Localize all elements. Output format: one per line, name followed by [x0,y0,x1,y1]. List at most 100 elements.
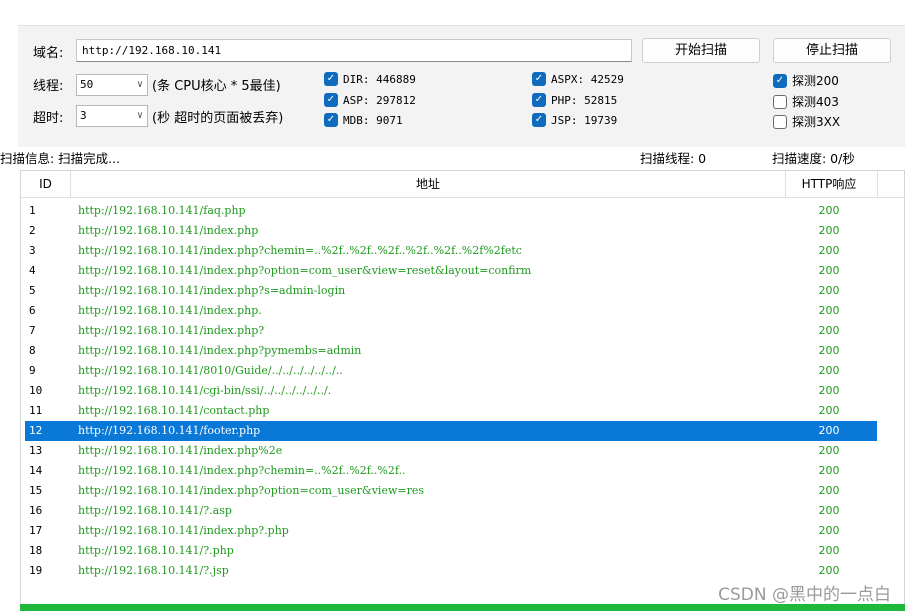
scan-speed-status: 扫描速度: 0/秒 [772,151,855,166]
table-cell-http-code: 200 [818,284,840,297]
table-row[interactable]: 15 http://192.168.10.141/index.php?option… [25,481,877,501]
table-cell-http-code: 200 [818,244,840,257]
php-count: PHP: 52815 [551,93,618,107]
table-row[interactable]: 13 http://192.168.10.141/index.php%2e 200 [25,441,877,461]
table-row[interactable]: 11 http://192.168.10.141/contact.php 200 [25,401,877,421]
table-cell-http-code: 200 [818,364,840,377]
table-cell-http-code: 200 [818,384,840,397]
table-row[interactable]: 8 http://192.168.10.141/index.php?pymembs… [25,341,877,361]
table-row[interactable]: 14 http://192.168.10.141/index.php?chemin… [25,461,877,481]
table-cell-id: 9 [29,364,36,377]
column-divider [877,171,878,198]
unchecked-box-icon [773,114,787,129]
table-row[interactable]: 4 http://192.168.10.141/index.php?option=… [25,261,877,281]
watermark: CSDN @黑中的一点白 [718,585,891,605]
threads-select[interactable]: 50 ∨ [76,74,148,96]
table-row[interactable]: 3 http://192.168.10.141/index.php?chemin=… [25,241,877,261]
timeout-select[interactable]: 3 ∨ [76,105,148,127]
table-cell-url: http://192.168.10.141/index.php?pymembs=… [78,344,362,357]
table-cell-url: http://192.168.10.141/footer.php [78,424,261,437]
table-cell-id: 11 [29,404,43,417]
asp-checkbox[interactable]: ✓ ASP: 297812 [324,93,416,107]
start-scan-button[interactable]: 开始扫描 [642,38,760,63]
table-cell-http-code: 200 [818,224,840,237]
column-header-url[interactable]: 地址 [71,171,785,198]
table-row[interactable]: 16 http://192.168.10.141/?.asp 200 [25,501,877,521]
timeout-value: 3 [80,109,87,122]
table-cell-http-code: 200 [818,344,840,357]
table-row[interactable]: 17 http://192.168.10.141/index.php?.php 20… [25,521,877,541]
table-cell-id: 7 [29,324,36,337]
table-cell-url: http://192.168.10.141/index.php?chemin=.… [78,244,522,257]
table-cell-url: http://192.168.10.141/faq.php [78,204,246,217]
domain-label: 域名: [33,46,64,61]
table-cell-url: http://192.168.10.141/index.php?.php [78,524,289,537]
table-cell-url: http://192.168.10.141/index.php [78,224,259,237]
table-cell-id: 4 [29,264,36,277]
table-cell-http-code: 200 [818,544,840,557]
table-cell-url: http://192.168.10.141/index.php%2e [78,444,283,457]
probe-200-label: 探测200 [792,74,839,88]
results-table[interactable]: ID 地址 HTTP响应 1 http://192.168.10.141/faq.… [20,170,905,611]
table-row[interactable]: 19 http://192.168.10.141/?.jsp 200 [25,561,877,581]
aspx-checkbox[interactable]: ✓ ASPX: 42529 [532,72,624,86]
check-icon: ✓ [532,93,546,107]
timeout-hint: (秒 超时的页面被丢弃) [152,111,284,126]
dir-checkbox[interactable]: ✓ DIR: 446889 [324,72,416,86]
table-cell-id: 8 [29,344,36,357]
table-row[interactable]: 10 http://192.168.10.141/cgi-bin/ssi/../.… [25,381,877,401]
table-cell-http-code: 200 [818,424,840,437]
table-row[interactable]: 2 http://192.168.10.141/index.php 200 [25,221,877,241]
table-row[interactable]: 9 http://192.168.10.141/8010/Guide/../../… [25,361,877,381]
chevron-down-icon: ∨ [136,79,143,90]
table-cell-url: http://192.168.10.141/index.php?s=admin-… [78,284,346,297]
probe-3xx-checkbox[interactable]: 探测3XX [773,113,840,130]
probe-403-label: 探测403 [792,95,839,109]
table-cell-url: http://192.168.10.141/?.jsp [78,564,229,577]
table-row[interactable]: 1 http://192.168.10.141/faq.php 200 [25,201,877,221]
table-row[interactable]: 18 http://192.168.10.141/?.php 200 [25,541,877,561]
table-row[interactable]: 12 http://192.168.10.141/footer.php 200 [25,421,877,441]
threads-hint: (条 CPU核心 * 5最佳) [152,79,281,94]
table-cell-id: 10 [29,384,43,397]
table-cell-http-code: 200 [818,264,840,277]
check-icon: ✓ [324,113,338,127]
check-icon: ✓ [773,73,787,88]
table-cell-id: 17 [29,524,43,537]
probe-403-checkbox[interactable]: 探测403 [773,93,839,110]
mdb-checkbox[interactable]: ✓ MDB: 9071 [324,113,403,127]
stop-scan-button[interactable]: 停止扫描 [773,38,891,63]
chevron-down-icon: ∨ [136,110,143,121]
jsp-checkbox[interactable]: ✓ JSP: 19739 [532,113,617,127]
table-row[interactable]: 5 http://192.168.10.141/index.php?s=admin… [25,281,877,301]
table-cell-id: 1 [29,204,36,217]
table-row[interactable]: 6 http://192.168.10.141/index.php. 200 [25,301,877,321]
table-row[interactable]: 7 http://192.168.10.141/index.php? 200 [25,321,877,341]
check-icon: ✓ [324,72,338,86]
probe-3xx-label: 探测3XX [792,115,841,129]
table-cell-http-code: 200 [818,464,840,477]
threads-label: 线程: [33,79,64,94]
column-header-http[interactable]: HTTP响应 [786,171,872,198]
table-cell-http-code: 200 [818,404,840,417]
table-cell-http-code: 200 [818,444,840,457]
probe-200-checkbox[interactable]: ✓ 探测200 [773,72,839,89]
jsp-count: JSP: 19739 [551,113,618,127]
php-checkbox[interactable]: ✓ PHP: 52815 [532,93,617,107]
table-cell-url: http://192.168.10.141/contact.php [78,404,270,417]
check-icon: ✓ [532,72,546,86]
asp-count: ASP: 297812 [343,93,416,107]
table-cell-url: http://192.168.10.141/8010/Guide/../../.… [78,364,343,377]
unchecked-box-icon [773,94,787,109]
table-cell-url: http://192.168.10.141/index.php?option=c… [78,264,532,277]
table-cell-id: 2 [29,224,36,237]
scan-info-status: 扫描信息: 扫描完成... [0,151,121,166]
check-icon: ✓ [324,93,338,107]
table-header: ID 地址 HTTP响应 [21,171,905,198]
progress-bar [20,604,905,611]
mdb-count: MDB: 9071 [343,113,403,127]
dir-count: DIR: 446889 [343,72,416,86]
column-header-id[interactable]: ID [21,171,70,198]
url-input[interactable]: http://192.168.10.141 [76,39,632,62]
table-cell-id: 6 [29,304,36,317]
